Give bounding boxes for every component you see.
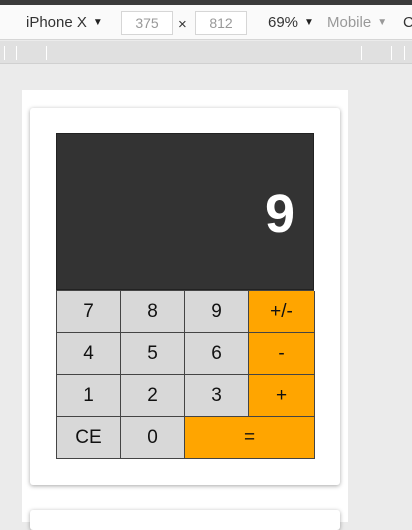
width-input[interactable]: 375 — [121, 11, 173, 35]
display-value: 9 — [264, 184, 295, 244]
calculator-keypad: 7 8 9 +/- 4 5 6- 1 2 3 + CE 0 = — [56, 290, 315, 459]
key-plus-button[interactable]: + — [249, 375, 315, 417]
toolbar-overflow-item[interactable]: C — [403, 14, 412, 31]
calculator-card: 9 7 8 9 +/- 4 5 6-1 2 3 + CE 0 = — [30, 108, 340, 485]
key-equals-button[interactable]: = — [185, 417, 315, 459]
key-minus-button[interactable]: - — [249, 333, 315, 375]
key-clear-button[interactable]: CE — [57, 417, 121, 459]
chevron-down-icon: ▼ — [92, 17, 103, 28]
key-6-button[interactable]: 6 — [185, 333, 249, 375]
ruler-mark — [391, 46, 392, 60]
zoom-select[interactable]: 69% ▼ — [268, 14, 314, 31]
zoom-select-label: 69% — [268, 14, 299, 31]
key-7-button[interactable]: 7 — [57, 291, 121, 333]
key-4-button[interactable]: 4 — [57, 333, 121, 375]
key-0-button[interactable]: 0 — [121, 417, 185, 459]
key-1-button[interactable]: 1 — [57, 375, 121, 417]
chevron-down-icon: ▼ — [377, 17, 388, 28]
ruler-mark — [404, 46, 405, 60]
key-2-button[interactable]: 2 — [121, 375, 185, 417]
ruler-mark — [4, 46, 5, 60]
ruler-mark — [16, 46, 17, 60]
throttle-mode-label: Mobile — [327, 14, 372, 31]
key-5-button[interactable]: 5 — [121, 333, 185, 375]
device-viewport: 9 7 8 9 +/- 4 5 6-1 2 3 + CE 0 = — [22, 90, 348, 530]
media-query-ruler — [0, 41, 412, 64]
device-select-label: iPhone X — [26, 14, 87, 31]
device-select[interactable]: iPhone X ▼ — [26, 14, 103, 31]
ruler-mark — [361, 46, 362, 60]
key-3-button[interactable]: 3 — [185, 375, 249, 417]
calculator: 9 7 8 9 +/- 4 5 6-1 2 3 + CE 0 = — [56, 133, 315, 459]
key-negate-button[interactable]: +/- — [249, 291, 315, 333]
key-9-button[interactable]: 9 — [185, 291, 249, 333]
device-toolbar: iPhone X ▼ 375 × 812 69% ▼ Mobile ▼ C — [0, 5, 412, 40]
next-card — [30, 510, 340, 530]
throttle-mode-select[interactable]: Mobile ▼ — [327, 14, 387, 31]
dimension-separator: × — [178, 16, 187, 33]
calculator-display: 9 — [56, 133, 314, 290]
chevron-down-icon: ▼ — [304, 17, 314, 28]
ruler-mark — [46, 46, 47, 60]
key-8-button[interactable]: 8 — [121, 291, 185, 333]
height-input[interactable]: 812 — [195, 11, 247, 35]
